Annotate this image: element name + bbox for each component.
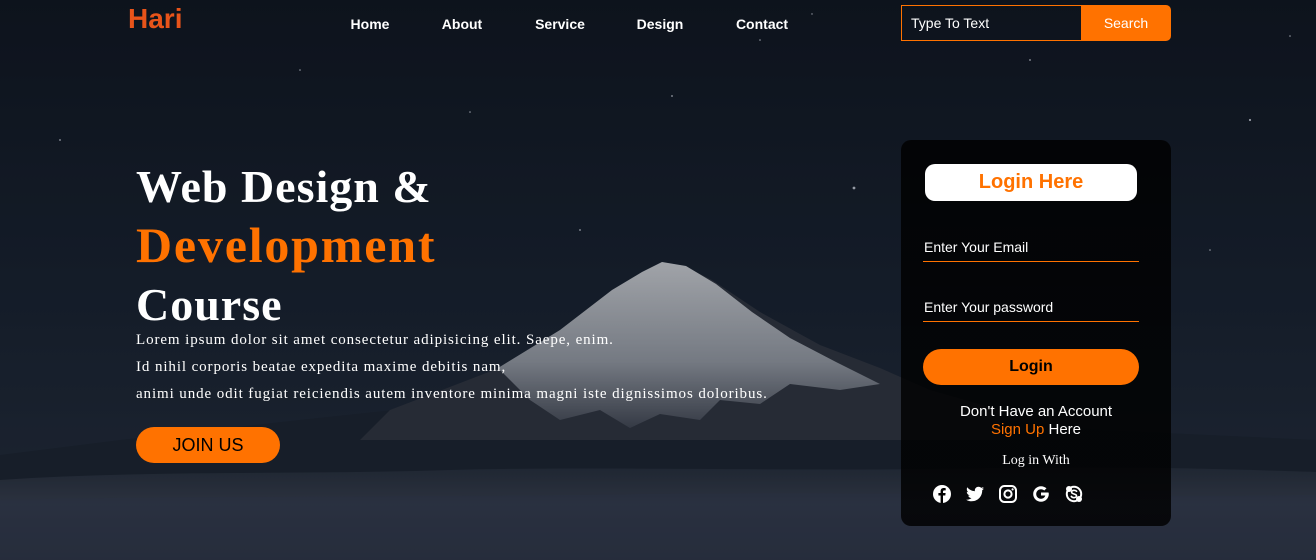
main-nav: Home About Service Design Contact bbox=[331, 16, 809, 32]
join-us-button[interactable]: JOIN US bbox=[136, 427, 280, 463]
signup-suffix: Here bbox=[1044, 421, 1082, 438]
login-with-label: Log in With bbox=[1002, 453, 1070, 468]
signup-prompt: Don't Have an Account Sign Up Here bbox=[901, 403, 1171, 439]
signup-link[interactable]: Sign Up bbox=[991, 421, 1044, 438]
hero-description: Lorem ipsum dolor sit amet consectetur a… bbox=[136, 327, 768, 408]
hero-description-line1: Lorem ipsum dolor sit amet consectetur a… bbox=[136, 332, 614, 348]
hero-description-line3: animi unde odit fugiat reiciendis autem … bbox=[136, 386, 768, 402]
password-field[interactable] bbox=[923, 292, 1139, 322]
search-input[interactable] bbox=[901, 5, 1081, 41]
no-account-text: Don't Have an Account bbox=[959, 403, 1113, 420]
search-bar: Search bbox=[901, 5, 1171, 41]
login-form-title: Login Here bbox=[925, 164, 1137, 201]
nav-home-link[interactable]: Home bbox=[331, 16, 409, 32]
instagram-icon[interactable] bbox=[998, 484, 1031, 504]
google-icon[interactable] bbox=[1031, 484, 1064, 504]
hero-content: Web Design & Development Course Lorem ip… bbox=[136, 158, 768, 408]
facebook-icon[interactable] bbox=[932, 484, 965, 504]
hero-description-line2: Id nihil corporis beatae expedita maxime… bbox=[136, 359, 507, 375]
login-form: Login Here Login Don't Have an Account S… bbox=[901, 140, 1171, 526]
hero-heading-line1: Web Design & bbox=[136, 161, 432, 212]
hero-heading: Web Design & Development Course bbox=[136, 158, 768, 334]
skype-icon[interactable] bbox=[1064, 484, 1097, 504]
logo[interactable]: Hari bbox=[128, 3, 182, 35]
nav-about-link[interactable]: About bbox=[409, 16, 515, 32]
twitter-icon[interactable] bbox=[965, 484, 998, 504]
social-login-icons bbox=[932, 484, 1097, 504]
login-button[interactable]: Login bbox=[923, 349, 1139, 385]
nav-design-link[interactable]: Design bbox=[605, 16, 715, 32]
nav-contact-link[interactable]: Contact bbox=[715, 16, 809, 32]
nav-service-link[interactable]: Service bbox=[515, 16, 605, 32]
search-button[interactable]: Search bbox=[1081, 5, 1171, 41]
hero-heading-line3: Course bbox=[136, 279, 283, 330]
hero-heading-accent: Development bbox=[136, 217, 437, 273]
email-field[interactable] bbox=[923, 232, 1139, 262]
